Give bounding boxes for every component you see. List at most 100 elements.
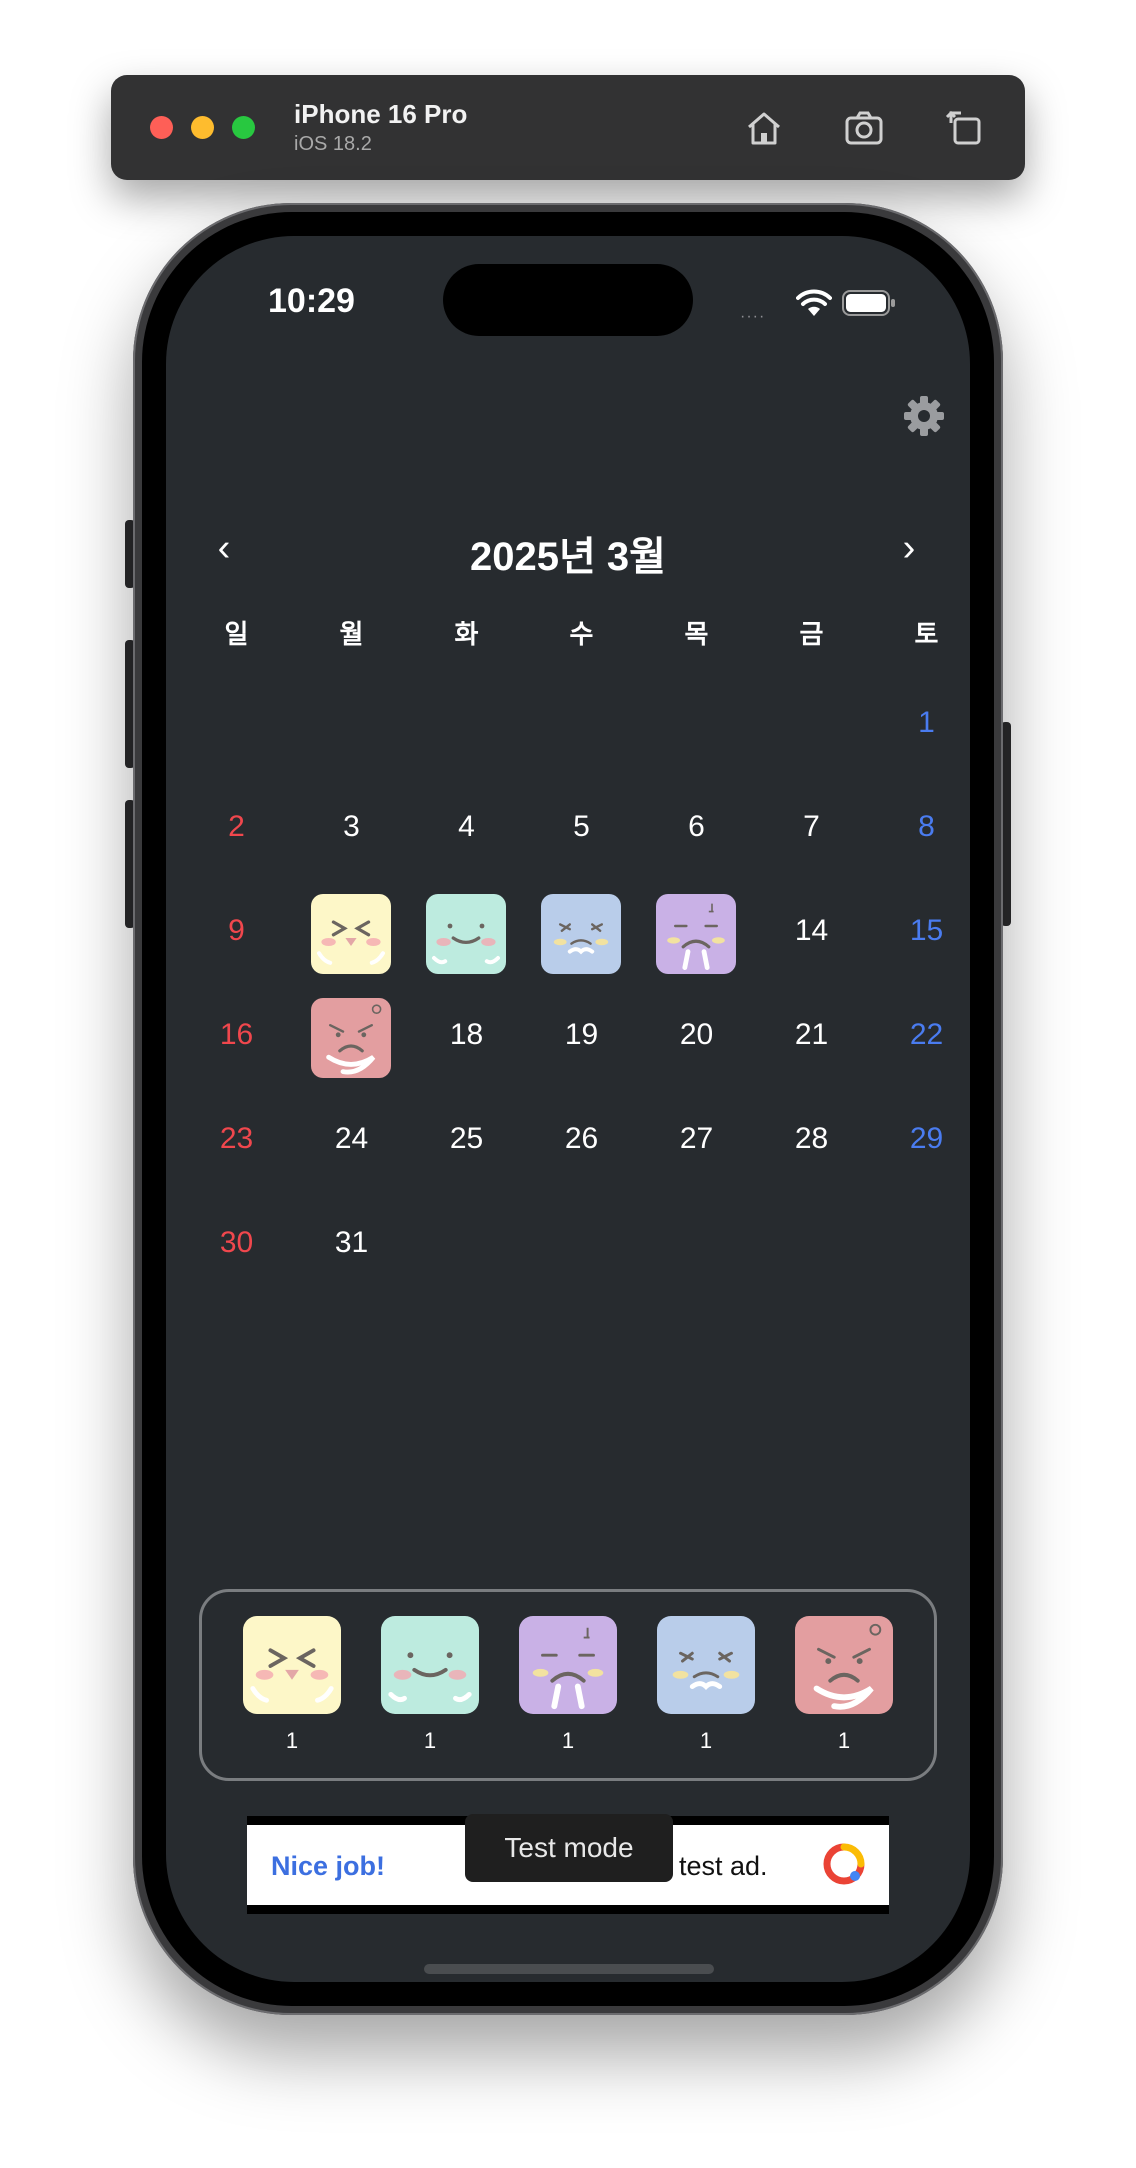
next-month-button[interactable]: ›: [879, 518, 939, 578]
mood-gloomy-icon[interactable]: [656, 894, 736, 974]
day-number: 6: [688, 810, 705, 843]
day-number: 8: [918, 810, 935, 843]
home-icon[interactable]: [741, 105, 787, 151]
calendar-week-row: 16 18 19 20 21 22: [179, 986, 970, 1090]
day-cell-25[interactable]: 25: [409, 1090, 524, 1194]
day-cell-13[interactable]: [639, 882, 754, 986]
day-cell-5[interactable]: 5: [524, 778, 639, 882]
simulator-toolbar: iPhone 16 Pro iOS 18.2: [111, 75, 1025, 180]
day-number: 26: [564, 1122, 599, 1155]
ad-logo-icon[interactable]: [821, 1841, 867, 1887]
day-cell-24[interactable]: 24: [294, 1090, 409, 1194]
screenshot-icon[interactable]: [841, 105, 887, 151]
day-cell-12[interactable]: [524, 882, 639, 986]
day-cell-30[interactable]: 30: [179, 1194, 294, 1298]
settings-gear-icon[interactable]: [902, 394, 946, 438]
day-cell-1[interactable]: 1: [869, 674, 970, 778]
mood-gloomy-icon: [519, 1616, 617, 1714]
empty-day-cell: [754, 1194, 869, 1298]
mood-angry-icon: [795, 1616, 893, 1714]
zoom-window-button[interactable]: [232, 116, 255, 139]
day-cell-31[interactable]: 31: [294, 1194, 409, 1298]
rotate-icon[interactable]: [941, 105, 987, 151]
day-cell-14[interactable]: 14: [754, 882, 869, 986]
day-cell-16[interactable]: 16: [179, 986, 294, 1090]
day-cell-18[interactable]: 18: [409, 986, 524, 1090]
summary-item-sad: 1: [657, 1616, 755, 1754]
banner-ad[interactable]: Nice job! test ad. Test mode: [247, 1814, 889, 1914]
day-number: 19: [564, 1018, 599, 1051]
mood-count: 1: [837, 1728, 851, 1753]
mood-count: 1: [285, 1728, 299, 1753]
day-cell-2[interactable]: 2: [179, 778, 294, 882]
close-window-button[interactable]: [150, 116, 173, 139]
day-number: 30: [219, 1226, 254, 1259]
weekday-label: 목: [684, 619, 709, 649]
empty-day-cell: [179, 674, 294, 778]
mood-count: 1: [699, 1728, 713, 1753]
day-number: 22: [909, 1018, 944, 1051]
day-cell-23[interactable]: 23: [179, 1090, 294, 1194]
day-number: 24: [334, 1122, 369, 1155]
mood-calm-icon[interactable]: [426, 894, 506, 974]
day-cell-26[interactable]: 26: [524, 1090, 639, 1194]
day-number: 3: [343, 810, 360, 843]
day-cell-17[interactable]: [294, 986, 409, 1090]
day-cell-27[interactable]: 27: [639, 1090, 754, 1194]
mood-count: 1: [561, 1728, 575, 1753]
day-cell-21[interactable]: 21: [754, 986, 869, 1090]
calendar-week-row: 23 24 25 26 27 28 29: [179, 1090, 970, 1194]
mood-happy-icon: [243, 1616, 341, 1714]
day-cell-7[interactable]: 7: [754, 778, 869, 882]
empty-day-cell: [524, 674, 639, 778]
weekday-label: 금: [799, 619, 824, 649]
day-number: 15: [909, 914, 944, 947]
day-number: 1: [918, 706, 935, 739]
weekday-row: 일 월 화 수 목 금 토: [179, 614, 970, 654]
os-version: iOS 18.2: [294, 133, 372, 155]
day-cell-15[interactable]: 15: [869, 882, 970, 986]
calendar-week-row: 2 3 4 5 6 7 8: [179, 778, 970, 882]
day-cell-28[interactable]: 28: [754, 1090, 869, 1194]
day-cell-22[interactable]: 22: [869, 986, 970, 1090]
weekday-label: 화: [454, 619, 479, 649]
day-number: 25: [449, 1122, 484, 1155]
empty-day-cell: [294, 674, 409, 778]
empty-day-cell: [409, 674, 524, 778]
empty-day-cell: [639, 1194, 754, 1298]
calendar-week-row: 1: [179, 674, 970, 778]
day-number: 20: [679, 1018, 714, 1051]
day-number: 14: [794, 914, 829, 947]
day-number: 29: [909, 1122, 944, 1155]
home-indicator[interactable]: [424, 1964, 714, 1974]
day-cell-8[interactable]: 8: [869, 778, 970, 882]
test-mode-badge: Test mode: [465, 1814, 673, 1882]
ad-body[interactable]: test ad.: [679, 1851, 768, 1882]
mood-sad-icon: [657, 1616, 755, 1714]
day-cell-9[interactable]: 9: [179, 882, 294, 986]
weekday-label: 월: [339, 619, 364, 649]
previous-month-button[interactable]: ‹: [194, 518, 254, 578]
day-number: 23: [219, 1122, 254, 1155]
mood-sad-icon[interactable]: [541, 894, 621, 974]
day-cell-11[interactable]: [409, 882, 524, 986]
empty-day-cell: [639, 674, 754, 778]
day-number: 31: [334, 1226, 369, 1259]
ad-headline[interactable]: Nice job!: [271, 1851, 385, 1882]
minimize-window-button[interactable]: [191, 116, 214, 139]
wifi-icon: [796, 289, 832, 316]
day-cell-19[interactable]: 19: [524, 986, 639, 1090]
day-cell-29[interactable]: 29: [869, 1090, 970, 1194]
day-cell-10[interactable]: [294, 882, 409, 986]
day-cell-20[interactable]: 20: [639, 986, 754, 1090]
summary-item-gloomy: 1: [519, 1616, 617, 1754]
day-number: 21: [794, 1018, 829, 1051]
mood-happy-icon[interactable]: [311, 894, 391, 974]
day-cell-4[interactable]: 4: [409, 778, 524, 882]
day-number: 28: [794, 1122, 829, 1155]
day-cell-3[interactable]: 3: [294, 778, 409, 882]
mood-angry-icon[interactable]: [311, 998, 391, 1078]
day-cell-6[interactable]: 6: [639, 778, 754, 882]
calendar-header: ‹ 2025년 3월 ›: [166, 518, 970, 579]
empty-day-cell: [869, 1194, 970, 1298]
